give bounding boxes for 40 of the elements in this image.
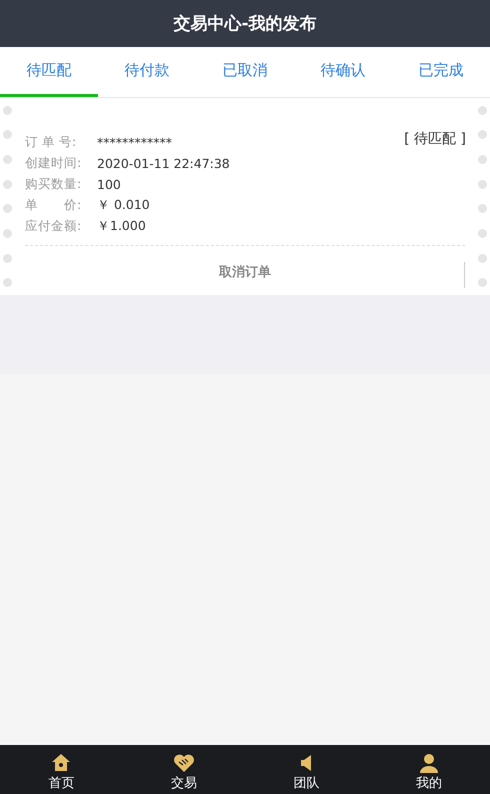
tab[interactable]: 已完成: [392, 47, 490, 97]
nav-label[interactable]: 我的: [416, 774, 442, 792]
field-label: 单 价:: [25, 197, 82, 214]
tab[interactable]: 待确认: [294, 47, 392, 97]
edge-dot: [478, 130, 487, 140]
tab[interactable]: 待付款: [98, 47, 196, 97]
edge-dot: [478, 155, 487, 164]
nav-label[interactable]: 交易: [170, 774, 197, 792]
field-value: ￥1.000: [97, 218, 146, 235]
edge-dot: [478, 204, 487, 214]
edge-dot: [3, 180, 12, 189]
order-status: [ 待匹配 ]: [404, 130, 466, 148]
edge-dot: [478, 228, 487, 238]
field-label: 购买数量:: [25, 176, 82, 193]
field-value: ￥ 0.010: [97, 197, 150, 214]
home-icon: [50, 752, 72, 774]
edge-dot: [478, 180, 487, 189]
field-label: 订 单 号:: [25, 134, 78, 151]
field-label: 创建时间:: [25, 155, 82, 172]
field-label: 应付金额:: [25, 218, 82, 235]
page-title: 交易中心-我的发布: [173, 13, 317, 35]
edge-dot: [3, 278, 12, 288]
edge-dot: [3, 228, 12, 238]
nav-label[interactable]: 团队: [293, 774, 320, 792]
edge-dot: [3, 254, 12, 263]
edge-dot: [3, 204, 12, 214]
handshake-icon: [172, 752, 195, 774]
person-icon: [418, 752, 440, 774]
nav-label[interactable]: 首页: [48, 774, 74, 792]
edge-dot: [478, 106, 487, 115]
edge-dot: [3, 130, 12, 140]
edge-dot: [3, 106, 12, 115]
field-value: 2020-01-11 22:47:38: [97, 156, 230, 171]
cancel-order-button[interactable]: 取消订单: [211, 259, 279, 285]
edge-dot: [478, 254, 487, 263]
field-value: 100: [97, 177, 121, 192]
tab[interactable]: 已取消: [196, 47, 294, 97]
edge-dot: [3, 155, 12, 164]
field-value: ************: [97, 135, 172, 150]
edge-dot: [478, 278, 487, 288]
